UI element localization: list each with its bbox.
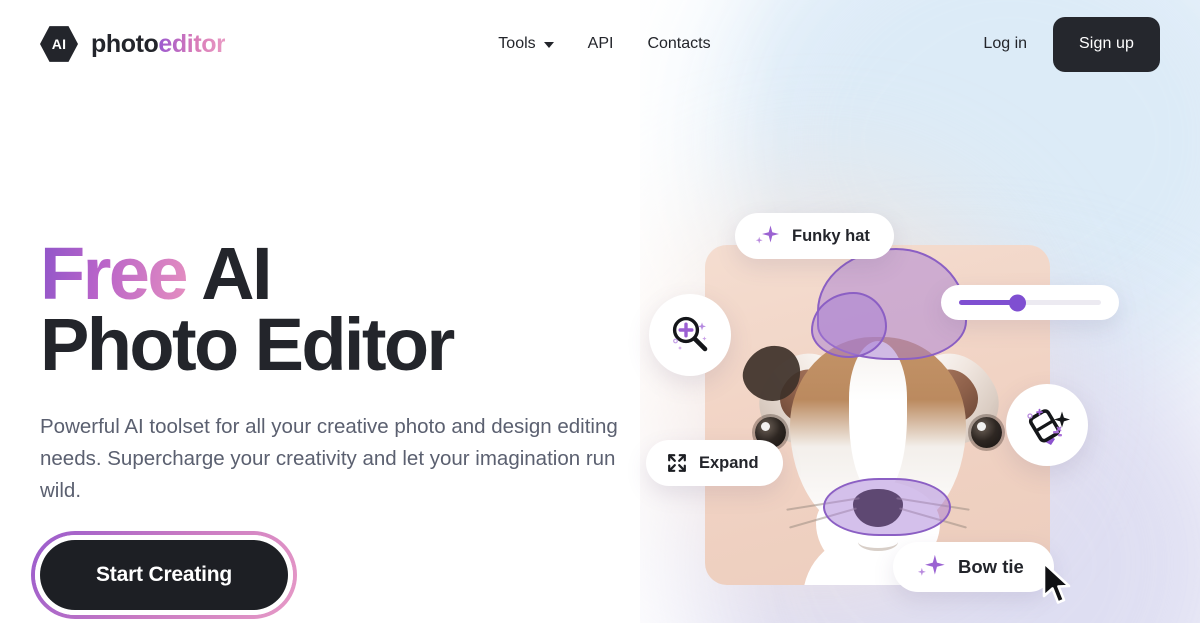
hero-cta-wrapper: Start Creating <box>30 530 660 619</box>
main-navigation: Tools API Contacts <box>498 35 710 53</box>
nav-item-contacts-label: Contacts <box>647 35 711 52</box>
chip-funky-hat[interactable]: Funky hat <box>735 213 894 259</box>
nav-item-api-label: API <box>587 35 614 52</box>
logo-mark-text: AI <box>51 36 67 52</box>
slider-knob[interactable] <box>1009 294 1027 311</box>
magic-eraser-icon <box>1027 408 1070 445</box>
sparkle-icon <box>917 554 945 576</box>
nav-item-contacts[interactable]: Contacts <box>647 35 710 53</box>
nav-item-api[interactable]: API <box>588 35 614 53</box>
expand-arrows-icon <box>668 454 686 472</box>
signup-button[interactable]: Sign up <box>1053 16 1160 72</box>
hero-subtitle: Powerful AI toolset for all your creativ… <box>40 415 618 502</box>
chip-bow-tie[interactable]: Bow tie <box>893 542 1054 592</box>
chip-funky-hat-label: Funky hat <box>792 226 870 245</box>
magic-eraser-tool-button[interactable] <box>1006 384 1088 466</box>
brand-word-photo: photo <box>91 29 159 58</box>
nav-item-tools[interactable]: Tools <box>498 35 554 53</box>
brand-logo[interactable]: AI photoeditor <box>40 25 226 63</box>
arrow-cursor <box>1042 561 1071 604</box>
chip-expand[interactable]: Expand <box>646 440 783 486</box>
ai-hexagon-icon: AI <box>40 26 78 62</box>
login-link[interactable]: Log in <box>983 35 1027 53</box>
bowtie-selection-region[interactable] <box>823 478 951 536</box>
brand-wordmark: photoeditor <box>91 29 226 58</box>
zoom-tool-button[interactable] <box>649 294 731 376</box>
brand-word-editor: editor <box>158 29 226 58</box>
magnifier-plus-icon <box>672 316 708 352</box>
hero-title-line2: Photo Editor <box>40 303 455 387</box>
sparkle-icon <box>755 225 779 244</box>
dog-blaze <box>848 341 907 491</box>
intensity-slider[interactable] <box>941 285 1119 320</box>
chip-expand-label: Expand <box>699 453 759 472</box>
hero-section: Free AI Photo Editor Powerful AI toolset… <box>30 237 660 619</box>
page-title: Free AI Photo Editor <box>40 237 660 382</box>
auth-actions: Log in Sign up <box>983 16 1160 72</box>
chevron-down-icon <box>543 42 554 48</box>
dog-eye-left <box>970 417 1002 448</box>
slider-track[interactable] <box>959 294 1101 311</box>
nav-item-tools-label: Tools <box>498 35 536 52</box>
site-header: AI photoeditor Tools API Contacts Log in… <box>0 0 1200 88</box>
chip-bow-tie-label: Bow tie <box>958 556 1024 577</box>
start-creating-button[interactable]: Start Creating <box>30 530 298 619</box>
